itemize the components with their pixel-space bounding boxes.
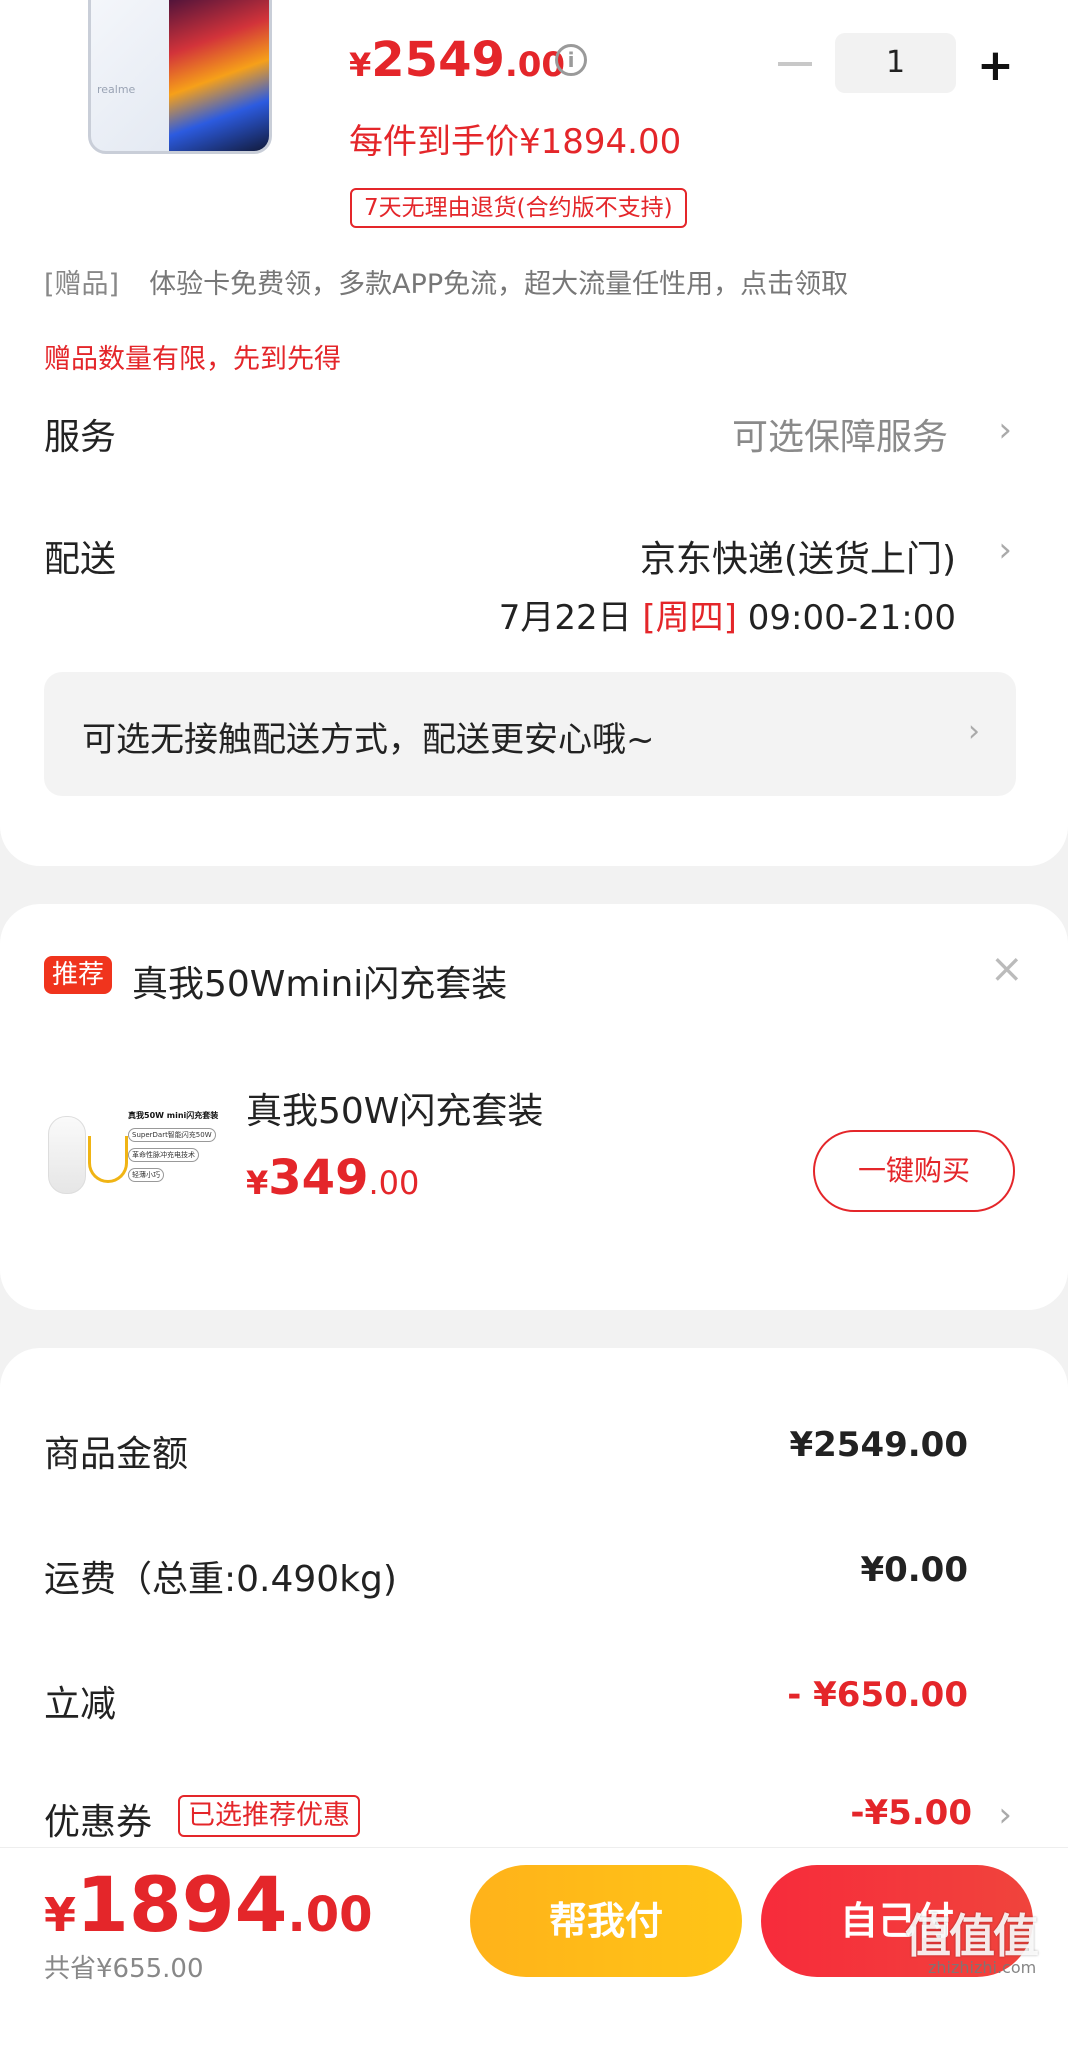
gift-tag: [赠品] (44, 269, 120, 300)
shipping-value: ¥0.00 (860, 1550, 968, 1590)
delivery-weekday: [周四] (642, 598, 737, 638)
bundle-name[interactable]: 真我50W闪充套装 (246, 1082, 543, 1134)
total-price: ¥1894.00 (44, 1860, 373, 1949)
total-saved: 共省¥655.00 (44, 1954, 204, 1984)
coupon-label: 优惠券 (44, 1802, 153, 1843)
contactless-chevron-icon: › (968, 714, 980, 749)
discount-value: - ¥650.00 (787, 1675, 968, 1715)
goods-amount-label: 商品金额 (44, 1434, 189, 1475)
gift-text: 体验卡免费领，多款APP免流，超大流量任性用，点击领取 (149, 269, 849, 300)
coupon-selected-tag: 已选推荐优惠 (178, 1795, 360, 1837)
discount-label: 立减 (44, 1684, 117, 1725)
help-me-pay-button[interactable]: 帮我付 (470, 1865, 742, 1977)
contactless-text: 可选无接触配送方式，配送更安心哦~ (82, 720, 655, 760)
coupon-value[interactable]: -¥5.00 (850, 1793, 972, 1833)
recommendation-title: 真我50Wmini闪充套装 (132, 964, 508, 1005)
quantity-plus-button[interactable]: + (977, 40, 1014, 91)
delivery-date: 7月22日 (498, 598, 632, 638)
delivery-time: 7月22日 [周四] 09:00-21:00 (499, 590, 956, 639)
quantity-minus-button[interactable] (778, 62, 812, 66)
product-price: ¥2549.00 (349, 32, 566, 88)
coupon-chevron-icon[interactable]: › (998, 1795, 1012, 1835)
bundle-price: ¥349.00 (246, 1150, 420, 1206)
delivery-chevron-icon[interactable]: › (998, 530, 1012, 570)
gift-limit-notice: 赠品数量有限，先到先得 (44, 344, 341, 375)
phone-screen-graphic (169, 0, 269, 151)
cable-graphic (88, 1136, 128, 1183)
bundle-product-image[interactable]: 真我50W mini闪充套装 SuperDart智能闪充50W 革命性脉冲充电技… (44, 1100, 220, 1210)
gift-row[interactable]: [赠品] 体验卡免费领，多款APP免流，超大流量任性用，点击领取 (44, 262, 848, 301)
final-price-label: 每件到手价¥1894.00 (349, 122, 682, 162)
quantity-input[interactable]: 1 (835, 33, 956, 93)
goods-amount-value: ¥2549.00 (789, 1425, 968, 1465)
recommend-tag: 推荐 (44, 956, 113, 994)
one-click-buy-button[interactable]: 一键购买 (813, 1130, 1015, 1212)
contactless-delivery-banner[interactable]: 可选无接触配送方式，配送更安心哦~ › (44, 672, 1016, 796)
product-image[interactable]: realme (88, 0, 272, 154)
service-label: 服务 (44, 417, 117, 458)
delivery-label: 配送 (44, 539, 117, 580)
product-card: realme ¥2549.00 i 每件到手价¥1894.00 1 + 7天无理… (0, 0, 1068, 866)
watermark-logo: 值值值 (905, 1909, 1039, 1963)
phone-brand-logo: realme (97, 83, 136, 96)
delivery-window: 09:00-21:00 (747, 598, 956, 638)
close-icon[interactable]: × (990, 946, 1024, 992)
return-policy-badge: 7天无理由退货(合约版不支持) (350, 188, 687, 228)
info-icon[interactable]: i (555, 44, 587, 76)
delivery-method[interactable]: 京东快递(送货上门) (640, 530, 956, 582)
watermark-url: zhizhizhi.com (928, 1958, 1037, 1977)
service-chevron-icon[interactable]: › (998, 410, 1012, 450)
shipping-label: 运费（总重:0.490kg) (44, 1559, 397, 1600)
service-value[interactable]: 可选保障服务 (732, 408, 948, 460)
charger-graphic (48, 1116, 86, 1194)
